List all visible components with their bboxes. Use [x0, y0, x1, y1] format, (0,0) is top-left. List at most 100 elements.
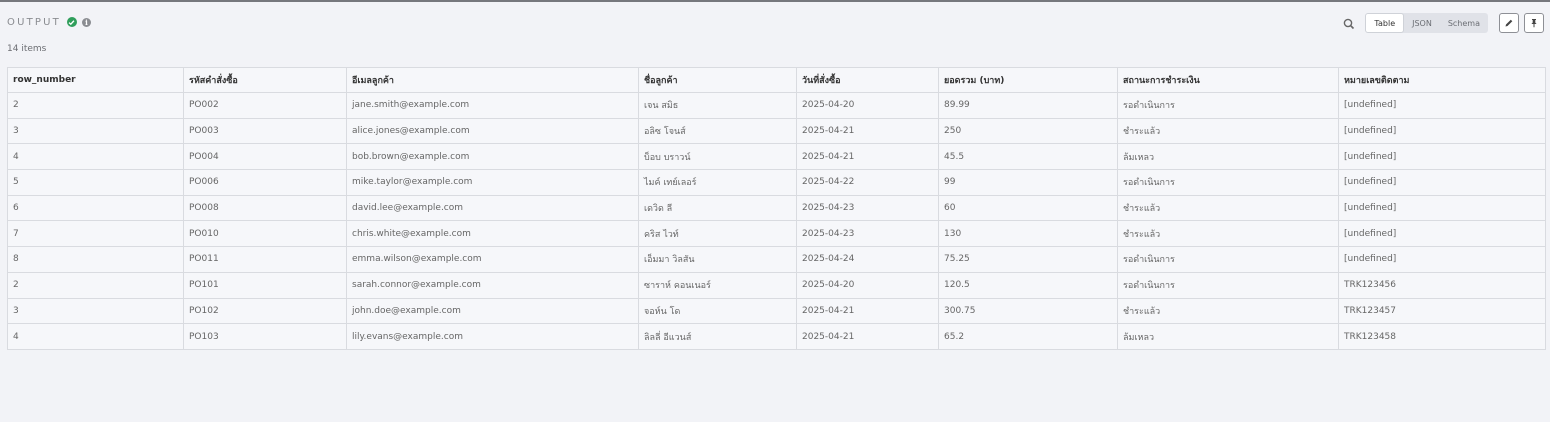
table-cell: ไมค์ เทย์เลอร์ — [638, 169, 797, 196]
tab-json[interactable]: JSON — [1404, 13, 1440, 33]
table-cell: [undefined] — [1338, 169, 1546, 196]
column-header[interactable]: row_number — [7, 67, 184, 93]
table-cell: 60 — [938, 194, 1118, 222]
table-cell: จอห์น โด — [638, 297, 797, 325]
table-cell: ชำระแล้ว — [1117, 297, 1339, 325]
table-cell: 2025-04-21 — [796, 323, 939, 350]
table-cell: 75.25 — [938, 246, 1118, 273]
column-header[interactable]: ยอดรวม (บาท) — [938, 67, 1118, 93]
table-row: 4 PO103 lily.evans@example.com ลิลลี่ อีแวน… — [7, 323, 1546, 350]
table-cell: รอดำเนินการ — [1117, 92, 1339, 119]
output-table: row_number รหัสคำสั่งซื้อ อีเมลลูกค้า ชื่อล… — [7, 67, 1546, 350]
table-cell: 2025-04-21 — [796, 297, 939, 325]
table-cell: [undefined] — [1338, 220, 1546, 248]
column-header[interactable]: วันที่สั่งซื้อ — [796, 67, 939, 93]
table-cell: john.doe@example.com — [346, 297, 639, 325]
table-cell: PO010 — [183, 220, 347, 248]
table-cell: 99 — [938, 169, 1118, 196]
column-header[interactable]: รหัสคำสั่งซื้อ — [183, 67, 347, 93]
table-cell: TRK123456 — [1338, 271, 1546, 299]
tab-table[interactable]: Table — [1365, 13, 1405, 33]
pin-icon — [1531, 19, 1537, 28]
panel-header: OUTPUT i — [7, 14, 91, 30]
pin-data-button[interactable] — [1524, 13, 1544, 33]
table-cell: ชำระแล้ว — [1117, 194, 1339, 222]
table-row: 5 PO006 mike.taylor@example.com ไมค์ เทย์เล… — [7, 169, 1546, 196]
table-cell: PO102 — [183, 297, 347, 325]
table-cell: 4 — [7, 323, 184, 350]
table-cell: 6 — [7, 194, 184, 222]
table-header-row: row_number รหัสคำสั่งซื้อ อีเมลลูกค้า ชื่อล… — [7, 67, 1546, 93]
table-cell: เจน สมิธ — [638, 92, 797, 119]
table-cell: บ็อบ บราวน์ — [638, 143, 797, 171]
column-header[interactable]: ชื่อลูกค้า — [638, 67, 797, 93]
table-row: 2 PO101 sarah.connor@example.com ซาราห์ คอน… — [7, 271, 1546, 299]
column-header[interactable]: สถานะการชำระเงิน — [1117, 67, 1339, 93]
table-cell: [undefined] — [1338, 92, 1546, 119]
column-header[interactable]: อีเมลลูกค้า — [346, 67, 639, 93]
table-cell: เดวิด ลี — [638, 194, 797, 222]
table-cell: 5 — [7, 169, 184, 196]
table-cell: รอดำเนินการ — [1117, 169, 1339, 196]
table-cell: 7 — [7, 220, 184, 248]
table-cell: ลิลลี่ อีแวนส์ — [638, 323, 797, 350]
table-cell: PO003 — [183, 117, 347, 145]
table-cell: 2025-04-23 — [796, 194, 939, 222]
table-cell: [undefined] — [1338, 246, 1546, 273]
table-cell: 2025-04-21 — [796, 143, 939, 171]
table-cell: PO006 — [183, 169, 347, 196]
info-icon[interactable]: i — [81, 17, 91, 27]
table-row: 7 PO010 chris.white@example.com คริส ไวท์ 20… — [7, 220, 1546, 248]
search-icon[interactable] — [1342, 16, 1356, 30]
table-cell: 2 — [7, 271, 184, 299]
table-cell: 2 — [7, 92, 184, 119]
table-cell: คริส ไวท์ — [638, 220, 797, 248]
table-row: 2 PO002 jane.smith@example.com เจน สมิธ 2025… — [7, 92, 1546, 119]
table-cell: [undefined] — [1338, 194, 1546, 222]
table-row: 4 PO004 bob.brown@example.com บ็อบ บราวน์ 20… — [7, 143, 1546, 171]
table-cell: 2025-04-23 — [796, 220, 939, 248]
item-count: 14 items — [7, 44, 47, 54]
table-cell: 300.75 — [938, 297, 1118, 325]
table-cell: TRK123457 — [1338, 297, 1546, 325]
table-cell: PO101 — [183, 271, 347, 299]
table-cell: 250 — [938, 117, 1118, 145]
view-mode-switch: Table JSON Schema — [1365, 13, 1488, 33]
table-cell: ซาราห์ คอนเนอร์ — [638, 271, 797, 299]
table-cell: 45.5 — [938, 143, 1118, 171]
output-toolbar: Table JSON Schema — [1342, 13, 1544, 33]
table-cell: 4 — [7, 143, 184, 171]
table-cell: 2025-04-24 — [796, 246, 939, 273]
edit-output-button[interactable] — [1499, 13, 1519, 33]
table-cell: รอดำเนินการ — [1117, 271, 1339, 299]
column-header[interactable]: หมายเลขติดตาม — [1338, 67, 1546, 93]
table-cell: 89.99 — [938, 92, 1118, 119]
table-cell: 130 — [938, 220, 1118, 248]
table-cell: PO004 — [183, 143, 347, 171]
table-cell: sarah.connor@example.com — [346, 271, 639, 299]
table-cell: alice.jones@example.com — [346, 117, 639, 145]
table-cell: 8 — [7, 246, 184, 273]
tab-schema[interactable]: Schema — [1440, 13, 1488, 33]
table-cell: 2025-04-20 — [796, 271, 939, 299]
table-cell: อลิซ โจนส์ — [638, 117, 797, 145]
table-cell: PO002 — [183, 92, 347, 119]
table-cell: PO103 — [183, 323, 347, 350]
table-cell: 3 — [7, 117, 184, 145]
table-cell: 2025-04-20 — [796, 92, 939, 119]
table-row: 8 PO011 emma.wilson@example.com เอ็มมา วิลส… — [7, 246, 1546, 273]
table-cell: ล้มเหลว — [1117, 323, 1339, 350]
table-cell: ล้มเหลว — [1117, 143, 1339, 171]
table-cell: chris.white@example.com — [346, 220, 639, 248]
table-cell: [undefined] — [1338, 143, 1546, 171]
table-cell: รอดำเนินการ — [1117, 246, 1339, 273]
table-cell: PO011 — [183, 246, 347, 273]
table-cell: PO008 — [183, 194, 347, 222]
table-cell: เอ็มมา วิลสัน — [638, 246, 797, 273]
table-cell: [undefined] — [1338, 117, 1546, 145]
table-cell: ชำระแล้ว — [1117, 220, 1339, 248]
table-cell: 65.2 — [938, 323, 1118, 350]
table-cell: TRK123458 — [1338, 323, 1546, 350]
panel-title: OUTPUT — [7, 16, 61, 28]
table-cell: 2025-04-21 — [796, 117, 939, 145]
